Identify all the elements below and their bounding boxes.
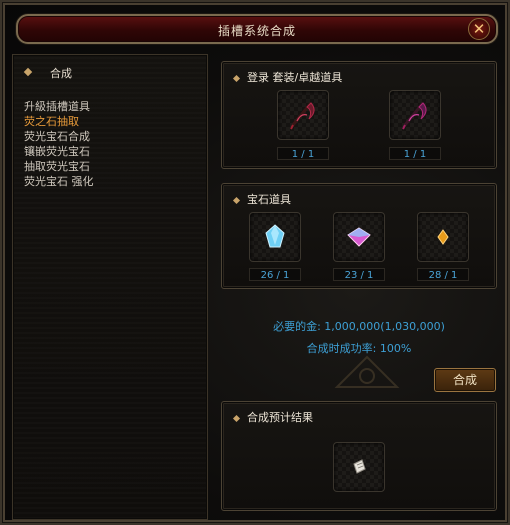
gem-slot-3[interactable] bbox=[417, 212, 469, 262]
diamond-bullet-icon bbox=[232, 74, 241, 82]
window-title: 插槽系统合成 bbox=[217, 24, 296, 38]
menu-item-gem-combine[interactable]: 荧光宝石合成 bbox=[24, 129, 94, 144]
close-icon: ✕ bbox=[472, 20, 486, 38]
equipment-slot-2[interactable] bbox=[389, 90, 441, 140]
orange-gem-icon bbox=[437, 229, 449, 245]
menu-item-gem-extract[interactable]: 抽取荧光宝石 bbox=[24, 159, 94, 174]
gem-count-2: 23 / 1 bbox=[333, 268, 385, 281]
gem-slot-2[interactable] bbox=[333, 212, 385, 262]
gem-count-1: 26 / 1 bbox=[249, 268, 301, 281]
scythe-weapon-icon bbox=[290, 102, 315, 130]
socket-synthesis-window: 插槽系统合成 ✕ 合成 升級插槽道具 荧之石抽取 荧光宝石合成 镶嵌荧光宝石 抽… bbox=[0, 0, 510, 525]
scroll-paper-icon bbox=[353, 459, 366, 474]
menu-item-gem-enhance[interactable]: 荧光宝石 强化 bbox=[24, 174, 94, 189]
result-section-title: 合成预计结果 bbox=[232, 409, 313, 425]
required-gold-text: 必要的金: 1,000,000(1,030,000) bbox=[273, 320, 445, 333]
menu-item-upgrade-socket[interactable]: 升級插槽道具 bbox=[24, 99, 94, 114]
gem-slot-1[interactable] bbox=[249, 212, 301, 262]
emblem-ornament-icon bbox=[334, 355, 400, 388]
equipment-section: 登录 套装/卓越道具 bbox=[221, 61, 497, 169]
diamond-bullet-icon bbox=[232, 196, 241, 204]
result-slot[interactable] bbox=[333, 442, 385, 492]
combine-button[interactable]: 合成 bbox=[434, 368, 496, 392]
menu-item-seed-extract[interactable]: 荧之石抽取 bbox=[24, 114, 94, 129]
pink-gem-icon bbox=[347, 227, 371, 247]
category-panel: 合成 升級插槽道具 荧之石抽取 荧光宝石合成 镶嵌荧光宝石 抽取荧光宝石 荧光宝… bbox=[12, 54, 208, 520]
blue-gem-icon bbox=[265, 224, 285, 248]
menu-item-gem-socket[interactable]: 镶嵌荧光宝石 bbox=[24, 144, 94, 159]
equipment-count-1: 1 / 1 bbox=[277, 147, 329, 160]
diamond-bullet-icon bbox=[232, 414, 241, 422]
equipment-count-2: 1 / 1 bbox=[389, 147, 441, 160]
diamond-bullet-icon bbox=[23, 67, 33, 77]
gem-section-title: 宝石道具 bbox=[232, 191, 291, 207]
gem-count-3: 28 / 1 bbox=[417, 268, 469, 281]
equipment-section-title: 登录 套装/卓越道具 bbox=[232, 69, 342, 85]
equipment-slot-1[interactable] bbox=[277, 90, 329, 140]
title-bar: 插槽系统合成 ✕ bbox=[16, 14, 498, 44]
close-button[interactable]: ✕ bbox=[468, 18, 490, 40]
category-header-label: 合成 bbox=[50, 67, 72, 80]
category-menu: 升級插槽道具 荧之石抽取 荧光宝石合成 镶嵌荧光宝石 抽取荧光宝石 荧光宝石 强… bbox=[24, 99, 94, 189]
scythe-weapon-icon bbox=[402, 102, 427, 130]
success-rate-text: 合成时成功率: 100% bbox=[306, 342, 412, 355]
